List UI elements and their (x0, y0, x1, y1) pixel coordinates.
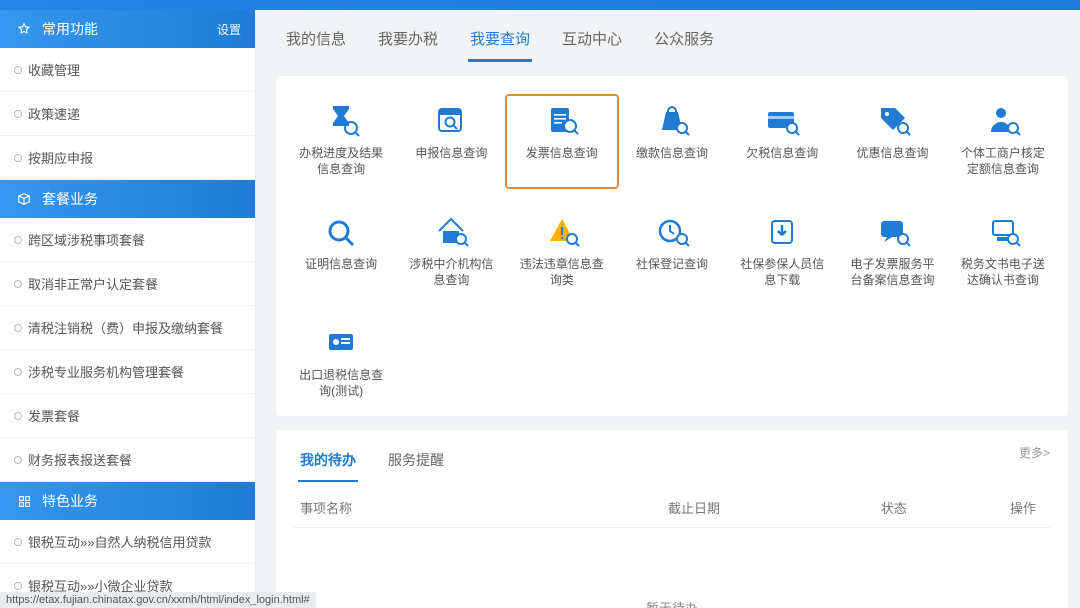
grid-label: 缴款信息查询 (636, 146, 708, 162)
grid-item-declare[interactable]: 申报信息查询 (396, 96, 506, 187)
grid-label: 出口退税信息查询(测试) (296, 368, 386, 399)
cube-icon (16, 191, 32, 207)
subtab-notice[interactable]: 服务提醒 (386, 440, 446, 482)
grid4-icon (16, 493, 32, 509)
grid-item-preferential[interactable]: 优惠信息查询 (837, 96, 947, 187)
query-icon-grid: 办税进度及结果信息查询 申报信息查询 发票信息查询 缴款信息查询 欠税信息查询 … (276, 76, 1068, 416)
col-action: 操作 (952, 498, 1044, 517)
todo-subtabs: 我的待办 服务提醒 (294, 440, 1050, 482)
grid-label: 欠税信息查询 (746, 146, 818, 162)
grid-label: 社保登记查询 (636, 257, 708, 273)
grid-item-progress[interactable]: 办税进度及结果信息查询 (286, 96, 396, 187)
more-link[interactable]: 更多> (1019, 444, 1050, 461)
grid-label: 社保参保人员信息下载 (737, 257, 827, 288)
sidebar-item[interactable]: 发票套餐 (0, 394, 255, 438)
sidebar-group-common: 常用功能 设置 (0, 10, 255, 48)
grid-label: 优惠信息查询 (857, 146, 929, 162)
grid-item-payment[interactable]: 缴款信息查询 (617, 96, 727, 187)
star-outline-icon (16, 21, 32, 37)
grid-item-certificate[interactable]: 证明信息查询 (286, 207, 396, 298)
layout: 常用功能 设置 收藏管理 政策速递 按期应申报 套餐业务 跨区域涉税事项套餐 取… (0, 10, 1080, 608)
sidebar-item[interactable]: 收藏管理 (0, 48, 255, 92)
grid-item-social[interactable]: 社保登记查询 (617, 207, 727, 298)
sidebar-item[interactable]: 政策速递 (0, 92, 255, 136)
subtab-todo[interactable]: 我的待办 (298, 440, 358, 482)
mag-icon (321, 213, 361, 249)
grid-item-intermediary[interactable]: 涉税中介机构信息查询 (396, 207, 506, 298)
sidebar: 常用功能 设置 收藏管理 政策速递 按期应申报 套餐业务 跨区域涉税事项套餐 取… (0, 10, 256, 608)
grid-item-invoice[interactable]: 发票信息查询 (507, 96, 617, 187)
tab-public[interactable]: 公众服务 (652, 22, 716, 62)
card-search-icon (762, 102, 802, 138)
grid-item-individual[interactable]: 个体工商户核定定额信息查询 (948, 96, 1058, 187)
doc-search-icon (542, 102, 582, 138)
sidebar-group-special: 特色业务 (0, 482, 255, 520)
sidebar-item[interactable]: 银税互动»»自然人纳税信用贷款 (0, 520, 255, 564)
grid-item-social-download[interactable]: 社保参保人员信息下载 (727, 207, 837, 298)
tab-query[interactable]: 我要查询 (468, 22, 532, 62)
grid-label: 违法违章信息查询类 (517, 257, 607, 288)
sidebar-item[interactable]: 涉税专业服务机构管理套餐 (0, 350, 255, 394)
grid-label: 证明信息查询 (305, 257, 377, 273)
sidebar-group-title: 套餐业务 (42, 189, 98, 209)
grid-item-einvoice[interactable]: 电子发票服务平台备案信息查询 (837, 207, 947, 298)
grid-item-document[interactable]: 税务文书电子送达确认书查询 (948, 207, 1058, 298)
todo-empty: 暂无待办 (294, 528, 1050, 608)
person-search-icon (983, 102, 1023, 138)
grid-label: 申报信息查询 (415, 146, 487, 162)
tab-my-info[interactable]: 我的信息 (284, 22, 348, 62)
download-icon (762, 213, 802, 249)
grid-label: 涉税中介机构信息查询 (406, 257, 496, 288)
todo-card: 我的待办 服务提醒 更多> 事项名称 截止日期 状态 操作 暂无待办 (276, 430, 1068, 608)
date-search-icon (431, 102, 471, 138)
sidebar-item[interactable]: 取消非正常户认定套餐 (0, 262, 255, 306)
tab-interact[interactable]: 互动中心 (560, 22, 624, 62)
grid-label: 发票信息查询 (526, 146, 598, 162)
grid-label: 电子发票服务平台备案信息查询 (848, 257, 938, 288)
hourglass-search-icon (321, 102, 361, 138)
idcard-icon (321, 324, 361, 360)
clock-search-icon (652, 213, 692, 249)
sidebar-group-package: 套餐业务 (0, 180, 255, 218)
main-tabs: 我的信息 我要办税 我要查询 互动中心 公众服务 (276, 10, 1068, 62)
grid-label: 个体工商户核定定额信息查询 (958, 146, 1048, 177)
status-bar-url: https://etax.fujian.chinatax.gov.cn/xxmh… (0, 592, 316, 608)
grid-label: 办税进度及结果信息查询 (296, 146, 386, 177)
sidebar-item[interactable]: 清税注销税（费）申报及缴纳套餐 (0, 306, 255, 350)
col-name: 事项名称 (300, 498, 668, 517)
sidebar-group-title: 特色业务 (42, 491, 98, 511)
grid-item-violation[interactable]: 违法违章信息查询类 (507, 207, 617, 298)
col-deadline: 截止日期 (668, 498, 835, 517)
tab-handle-tax[interactable]: 我要办税 (376, 22, 440, 62)
sidebar-group-title: 常用功能 (42, 19, 98, 39)
chat-search-icon (873, 213, 913, 249)
sidebar-item[interactable]: 财务报表报送套餐 (0, 438, 255, 482)
grid-item-export[interactable]: 出口退税信息查询(测试) (286, 318, 396, 409)
grid-label: 税务文书电子送达确认书查询 (958, 257, 1048, 288)
sidebar-item[interactable]: 跨区域涉税事项套餐 (0, 218, 255, 262)
bag-search-icon (652, 102, 692, 138)
sidebar-item[interactable]: 按期应申报 (0, 136, 255, 180)
col-status: 状态 (835, 498, 952, 517)
tag-search-icon (873, 102, 913, 138)
house-search-icon (431, 213, 471, 249)
todo-table-header: 事项名称 截止日期 状态 操作 (294, 488, 1050, 528)
sidebar-settings-button[interactable]: 设置 (217, 21, 241, 38)
top-accent-bar (0, 0, 1080, 10)
main-content: 我的信息 我要办税 我要查询 互动中心 公众服务 办税进度及结果信息查询 申报信… (256, 10, 1080, 608)
device-search-icon (983, 213, 1023, 249)
warn-search-icon (542, 213, 582, 249)
grid-item-owe[interactable]: 欠税信息查询 (727, 96, 837, 187)
